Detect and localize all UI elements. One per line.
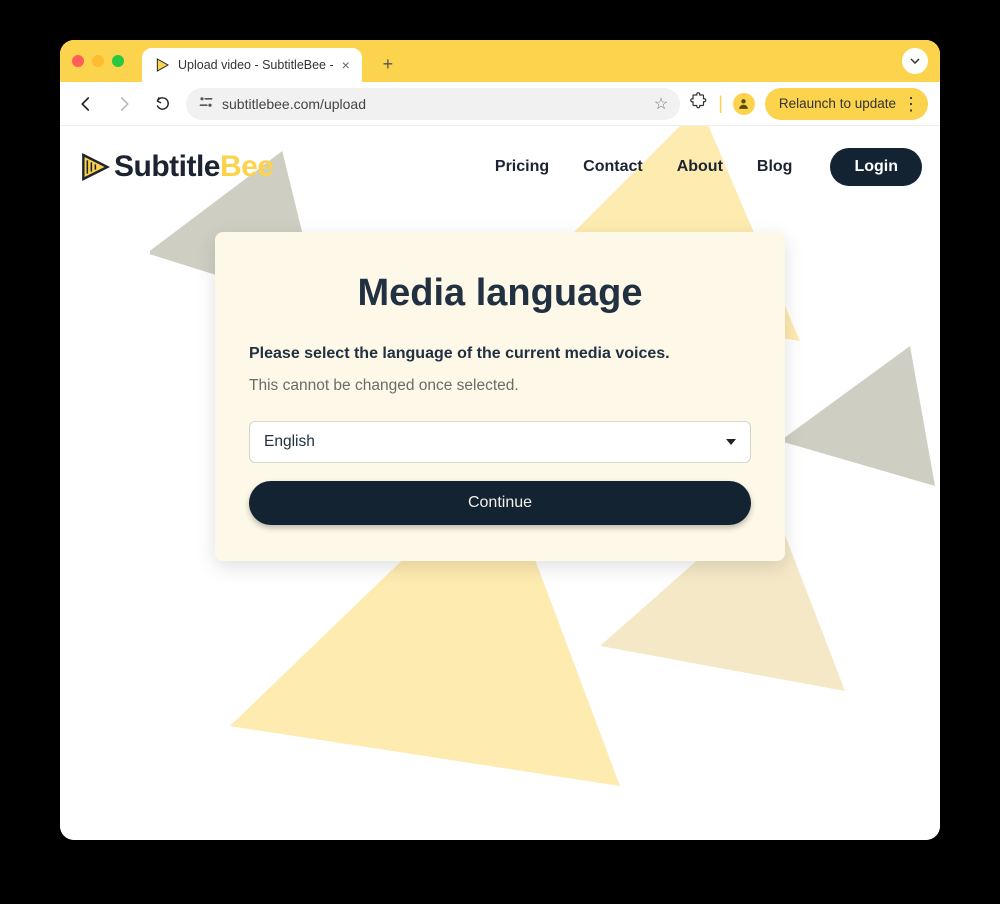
window-controls [72,55,124,67]
nav-blog[interactable]: Blog [757,158,793,176]
site-settings-icon[interactable] [198,95,214,112]
nav-about[interactable]: About [677,158,723,176]
card-note: This cannot be changed once selected. [249,377,751,395]
browser-toolbar: subtitlebee.com/upload ☆ | Relaunch to u… [60,82,940,126]
media-language-card: Media language Please select the languag… [215,232,785,561]
login-button[interactable]: Login [830,148,922,186]
relaunch-button[interactable]: Relaunch to update ⋮ [765,88,928,120]
profile-avatar[interactable] [733,93,755,115]
new-tab-button[interactable]: + [376,52,400,76]
chevron-down-icon [726,439,736,445]
forward-button[interactable] [110,90,138,118]
browser-window: Upload video - SubtitleBee - × + subtitl… [60,40,940,840]
browser-titlebar: Upload video - SubtitleBee - × + [60,40,940,82]
tab-title: Upload video - SubtitleBee - [178,58,334,72]
site-logo[interactable]: SubtitleBee [78,150,274,184]
url-text: subtitlebee.com/upload [222,96,646,112]
nav-pricing[interactable]: Pricing [495,158,549,176]
logo-icon [78,151,110,183]
tab-overflow-button[interactable] [902,48,928,74]
nav-links: Pricing Contact About Blog Login [495,148,922,186]
address-bar[interactable]: subtitlebee.com/upload ☆ [186,88,680,120]
browser-tab[interactable]: Upload video - SubtitleBee - × [142,48,362,82]
continue-button[interactable]: Continue [249,481,751,525]
bookmark-star-icon[interactable]: ☆ [654,94,668,114]
logo-text: SubtitleBee [114,150,274,184]
toolbar-separator: | [718,93,723,114]
back-button[interactable] [72,90,100,118]
maximize-window-button[interactable] [112,55,124,67]
tab-close-icon[interactable]: × [342,57,350,73]
minimize-window-button[interactable] [92,55,104,67]
reload-button[interactable] [148,90,176,118]
extensions-icon[interactable] [690,92,708,115]
close-window-button[interactable] [72,55,84,67]
decorative-triangle [780,346,940,506]
language-selected-value: English [264,433,315,451]
relaunch-label: Relaunch to update [779,96,896,111]
nav-contact[interactable]: Contact [583,158,643,176]
tab-favicon [154,57,170,73]
card-instruction: Please select the language of the curren… [249,345,751,363]
language-select[interactable]: English [249,421,751,463]
card-title: Media language [249,272,751,315]
page-content: SubtitleBee Pricing Contact About Blog L… [60,126,940,840]
site-header: SubtitleBee Pricing Contact About Blog L… [60,126,940,196]
